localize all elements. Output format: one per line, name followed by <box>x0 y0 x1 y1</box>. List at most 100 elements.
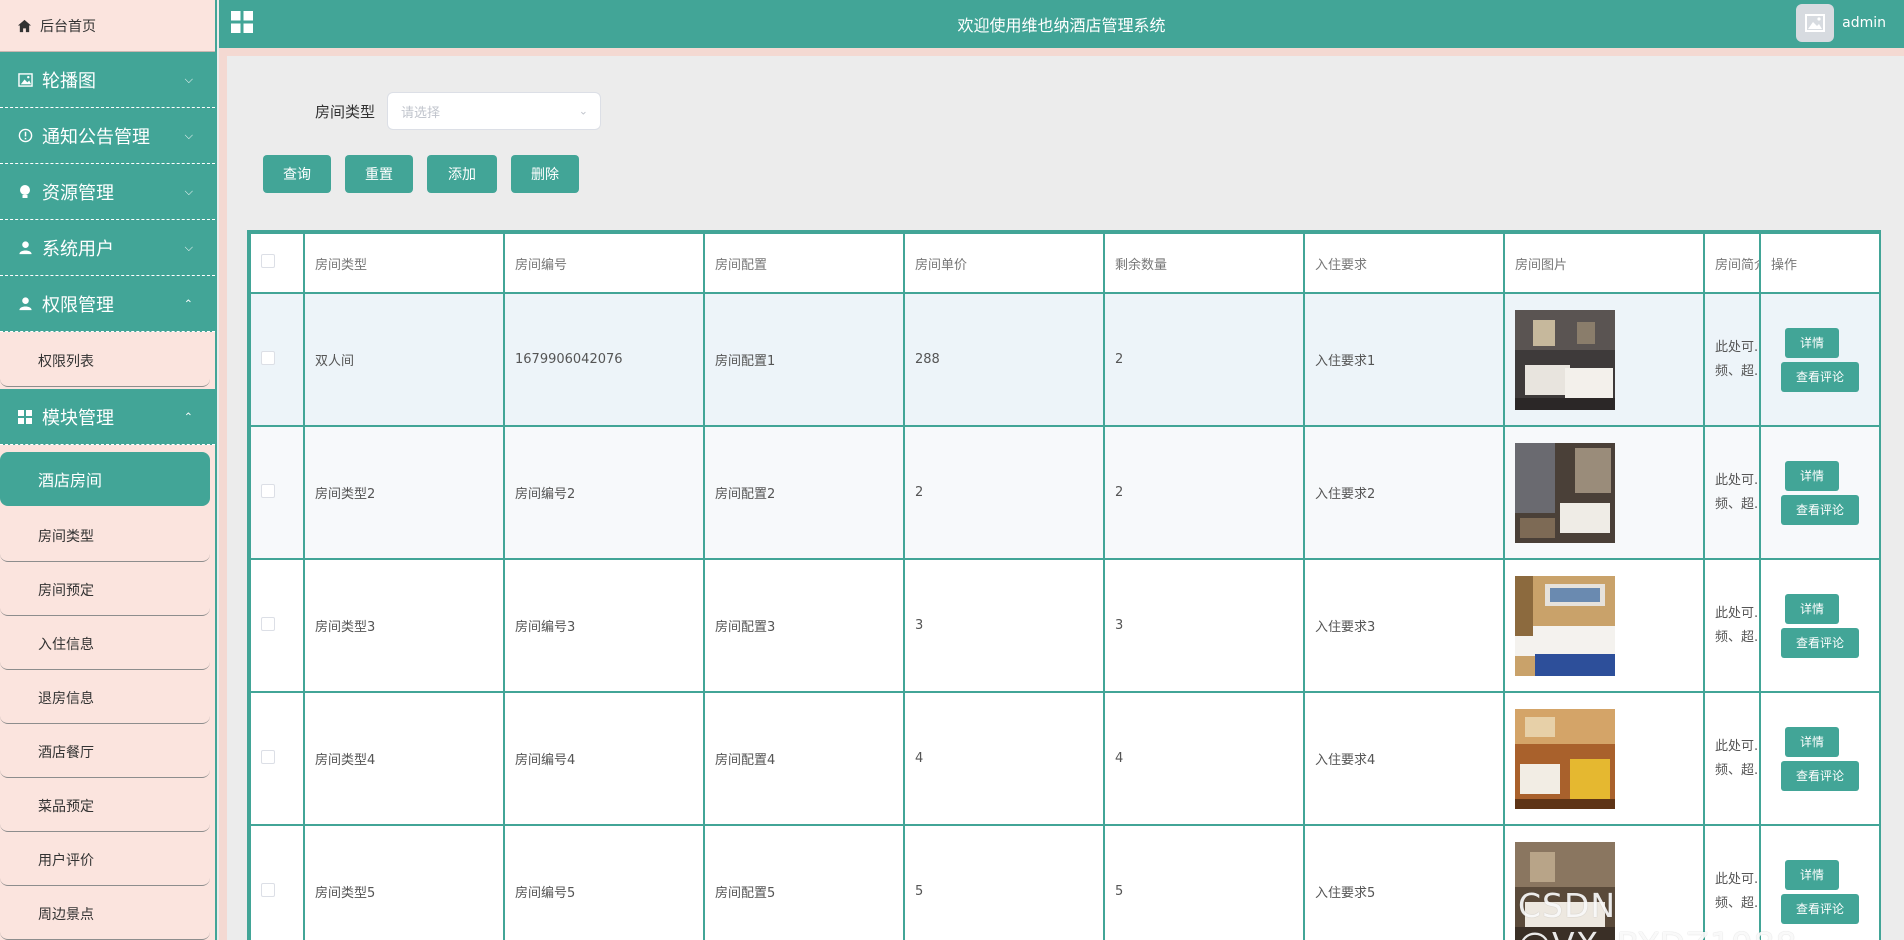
sidebar-group-permissions[interactable]: 权限管理 ⌃ <box>0 276 215 332</box>
cell-actions: 详情 查看评论 <box>1759 558 1879 693</box>
sidebar-group-carousel[interactable]: 轮播图 ⌵ <box>0 52 215 108</box>
cell-room-number: 房间编号2 <box>503 425 705 560</box>
chevron-down-icon: ⌵ <box>184 72 193 86</box>
cell-room-number: 房间编号4 <box>503 691 705 826</box>
column-header: 房间配置 <box>703 232 905 294</box>
cell-requirement: 入住要求2 <box>1303 425 1505 560</box>
sidebar-item-dish-booking[interactable]: 菜品预定 <box>0 780 210 832</box>
select-all-checkbox[interactable] <box>261 254 275 268</box>
cell-room-type: 房间类型4 <box>303 691 505 826</box>
page-title: 欢迎使用维也纳酒店管理系统 <box>957 16 1166 35</box>
cell-remaining: 5 <box>1103 824 1305 940</box>
sidebar-group-modules[interactable]: 模块管理 ⌃ <box>0 389 215 445</box>
sidebar-group-label: 权限管理 <box>42 294 114 316</box>
sidebar-item-room-types[interactable]: 房间类型 <box>0 510 210 562</box>
cell-room-config: 房间配置3 <box>703 558 905 693</box>
room-type-select[interactable]: 请选择 ⌄ <box>387 92 602 130</box>
user-menu[interactable]: admin <box>1796 4 1886 42</box>
detail-button[interactable]: 详情 <box>1785 726 1839 757</box>
sidebar-item-user-reviews[interactable]: 用户评价 <box>0 834 210 886</box>
column-header: 房间编号 <box>503 232 705 294</box>
cell-intro: 此处可...频、超... <box>1703 691 1761 826</box>
cell-remaining: 2 <box>1103 425 1305 560</box>
view-reviews-button[interactable]: 查看评论 <box>1781 627 1859 658</box>
sidebar-item-permission-list[interactable]: 权限列表 <box>0 335 210 387</box>
table-row[interactable]: 房间类型4 房间编号4 房间配置4 4 4 入住要求4 此处可...频、超...… <box>249 691 1879 826</box>
table-row[interactable]: 房间类型2 房间编号2 房间配置2 2 2 入住要求2 此处可...频、超...… <box>249 425 1879 560</box>
cell-room-config: 房间配置2 <box>703 425 905 560</box>
sidebar-item-checkin-info[interactable]: 入住信息 <box>0 618 210 670</box>
sidebar-item-hotel-rooms[interactable]: 酒店房间 <box>0 452 210 506</box>
add-button[interactable]: 添加 <box>427 155 497 193</box>
cell-room-price: 5 <box>903 824 1105 940</box>
cell-room-price: 3 <box>903 558 1105 693</box>
room-photo[interactable] <box>1515 708 1615 809</box>
cell-intro: 此处可...频、超... <box>1703 425 1761 560</box>
rooms-table: 房间类型 房间编号 房间配置 房间单价 剩余数量 入住要求 房间图片 房间简介 … <box>247 230 1881 940</box>
cell-room-config: 房间配置1 <box>703 292 905 427</box>
room-type-label: 房间类型 <box>315 102 376 121</box>
sidebar-group-label: 资源管理 <box>42 182 114 204</box>
user-icon <box>17 240 33 256</box>
chevron-down-icon: ⌵ <box>184 184 193 198</box>
row-checkbox[interactable] <box>261 483 275 498</box>
sidebar-item-restaurant[interactable]: 酒店餐厅 <box>0 726 210 778</box>
avatar[interactable] <box>1796 4 1835 42</box>
cell-room-config: 房间配置4 <box>703 691 905 826</box>
cell-requirement: 入住要求1 <box>1303 292 1505 427</box>
select-all-cell[interactable] <box>249 232 305 294</box>
bulb-icon <box>17 184 33 200</box>
table-row[interactable]: 双人间 1679906042076 房间配置1 288 2 入住要求1 此处可.… <box>249 292 1879 427</box>
home-icon <box>17 19 32 32</box>
row-checkbox[interactable] <box>261 882 275 897</box>
row-checkbox[interactable] <box>261 749 275 764</box>
action-buttons: 查询 重置 添加 删除 <box>263 155 593 193</box>
column-header: 房间类型 <box>303 232 505 294</box>
row-checkbox[interactable] <box>261 350 275 365</box>
chevron-down-icon: ⌄ <box>578 104 589 118</box>
cell-room-number: 房间编号5 <box>503 824 705 940</box>
reset-button[interactable]: 重置 <box>345 155 413 193</box>
sidebar-group-resources[interactable]: 资源管理 ⌵ <box>0 164 215 220</box>
cell-room-type: 房间类型5 <box>303 824 505 940</box>
chevron-up-icon: ⌃ <box>183 297 193 310</box>
sidebar-item-home[interactable]: 后台首页 <box>0 0 215 52</box>
room-photo[interactable] <box>1515 575 1615 676</box>
cell-room-image <box>1503 691 1705 826</box>
view-reviews-button[interactable]: 查看评论 <box>1781 494 1859 525</box>
chevron-down-icon: ⌵ <box>184 240 193 254</box>
row-checkbox[interactable] <box>261 616 275 631</box>
sidebar-item-room-booking[interactable]: 房间预定 <box>0 564 210 616</box>
cell-intro: 此处可...频、超... <box>1703 558 1761 693</box>
cell-room-type: 双人间 <box>303 292 505 427</box>
top-header: 欢迎使用维也纳酒店管理系统 admin <box>219 0 1904 48</box>
room-photo[interactable] <box>1515 442 1615 543</box>
sidebar-group-system-users[interactable]: 系统用户 ⌵ <box>0 220 215 276</box>
detail-button[interactable]: 详情 <box>1785 327 1839 358</box>
view-reviews-button[interactable]: 查看评论 <box>1781 760 1859 791</box>
cell-actions: 详情 查看评论 <box>1759 691 1879 826</box>
cell-remaining: 2 <box>1103 292 1305 427</box>
cell-room-price: 288 <box>903 292 1105 427</box>
column-header: 入住要求 <box>1303 232 1505 294</box>
select-placeholder: 请选择 <box>401 105 441 121</box>
cell-room-number: 房间编号3 <box>503 558 705 693</box>
sidebar-item-checkout-info[interactable]: 退房信息 <box>0 672 210 724</box>
detail-button[interactable]: 详情 <box>1785 460 1839 491</box>
column-header: 房间图片 <box>1503 232 1705 294</box>
table-row[interactable]: 房间类型3 房间编号3 房间配置3 3 3 入住要求3 此处可...频、超...… <box>249 558 1879 693</box>
sidebar-group-label: 模块管理 <box>42 407 114 429</box>
cell-requirement: 入住要求3 <box>1303 558 1505 693</box>
query-button[interactable]: 查询 <box>263 155 331 193</box>
room-photo[interactable] <box>1515 309 1615 410</box>
detail-button[interactable]: 详情 <box>1785 593 1839 624</box>
detail-button[interactable]: 详情 <box>1785 859 1839 890</box>
cell-room-type: 房间类型2 <box>303 425 505 560</box>
delete-button[interactable]: 删除 <box>511 155 579 193</box>
cell-room-number: 1679906042076 <box>503 292 705 427</box>
sidebar-group-notice[interactable]: 通知公告管理 ⌵ <box>0 108 215 164</box>
sidebar-item-nearby-spots[interactable]: 周边景点 <box>0 888 210 940</box>
cell-actions: 详情 查看评论 <box>1759 425 1879 560</box>
view-reviews-button[interactable]: 查看评论 <box>1781 361 1859 392</box>
grid-icon <box>17 409 33 425</box>
